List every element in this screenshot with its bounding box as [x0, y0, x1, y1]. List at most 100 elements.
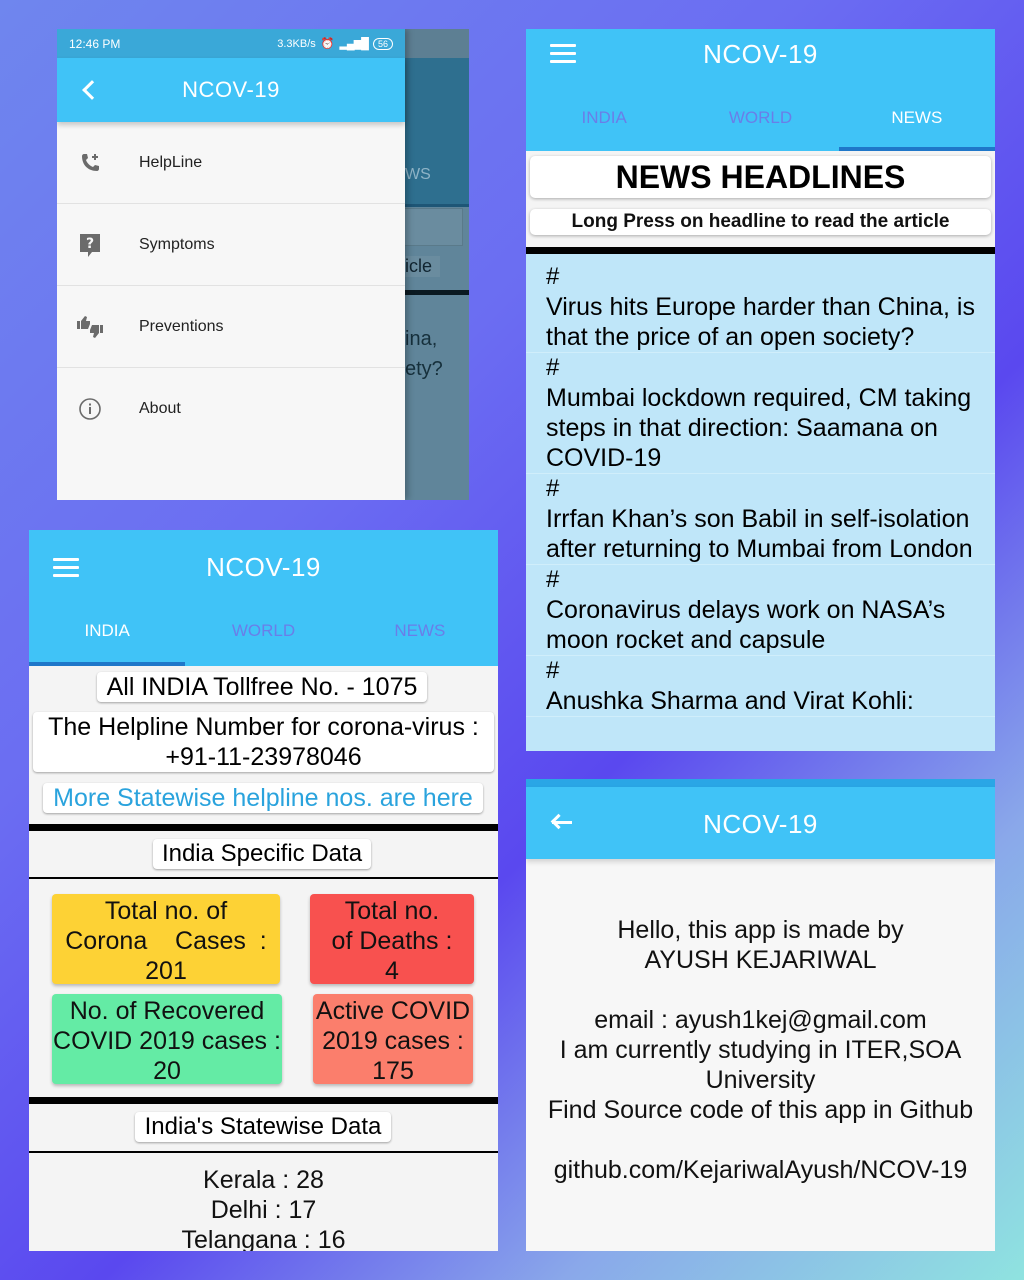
about-line: Find Source code of this app in Github [547, 1096, 974, 1124]
tab-bar: INDIA WORLD NEWS [526, 107, 995, 151]
background-headline-text-1: ina, [405, 328, 438, 350]
hash-marker: # [546, 475, 560, 502]
navigation-drawer: 12:46 PM 3.3KB/s ⏰ ▂▄▆█ 56 NCOV-19 HelpL… [57, 29, 405, 500]
news-subheading: Long Press on headline to read the artic… [530, 209, 991, 235]
background-appbar: WS [405, 58, 469, 207]
phone-add-icon [75, 148, 105, 178]
headline-text: Anushka Sharma and Virat Kohli: [546, 687, 914, 715]
background-headline-text-2: ety? [405, 358, 443, 380]
list-item: Telangana : 16 [181, 1226, 346, 1251]
about-line: University [705, 1066, 816, 1094]
menu-item-symptoms[interactable]: ? Symptoms [57, 204, 405, 286]
statewise-helpline-link[interactable]: More Statewise helpline nos. are here [43, 783, 483, 813]
tab-news[interactable]: NEWS [342, 616, 498, 666]
card-label: Active COVID [315, 997, 471, 1025]
email-line[interactable]: email : ayush1kej@gmail.com [526, 1005, 995, 1035]
tab-bar: INDIA WORLD NEWS [29, 616, 498, 666]
india-specific-heading: India Specific Data [153, 839, 371, 869]
card-value: 4 [385, 957, 399, 985]
tab-india[interactable]: INDIA [29, 616, 185, 666]
active-cases-card: Active COVID 2019 cases : 175 [313, 994, 473, 1085]
india-screen: NCOV-19 INDIA WORLD NEWS All INDIA Tollf… [29, 530, 498, 1251]
app-title: NCOV-19 [703, 39, 818, 69]
hash-marker: # [546, 354, 560, 381]
list-item[interactable]: # Virus hits Europe harder than China, i… [526, 262, 995, 353]
background-screen: WS icle ina, ety? [405, 58, 469, 500]
headline-text: Coronavirus delays work on NASA’s moon r… [546, 596, 946, 654]
status-time: 12:46 PM [69, 36, 121, 51]
helpline-label: The Helpline Number for corona-virus : [48, 713, 479, 741]
tab-news[interactable]: NEWS [839, 107, 995, 151]
headline-text: Virus hits Europe harder than China, is … [546, 293, 975, 351]
list-item: Kerala : 28 [203, 1166, 324, 1194]
about-appbar: NCOV-19 [526, 787, 995, 859]
list-item[interactable]: # Irrfan Khan’s son Babil in self-isolat… [526, 474, 995, 565]
divider [29, 877, 498, 879]
app-title: NCOV-19 [206, 552, 321, 582]
helpline-box: The Helpline Number for corona-virus : +… [33, 712, 494, 772]
battery-icon: 56 [372, 37, 393, 50]
question-icon: ? [75, 230, 105, 260]
total-deaths-card: Total no. of Deaths : 4 [310, 894, 474, 985]
background-subheading-text: icle [405, 256, 441, 277]
list-item: Delhi : 17 [210, 1196, 317, 1224]
signal-icon: ▂▄▆█ [339, 38, 368, 50]
menu-item-label: About [139, 400, 181, 417]
news-appbar: NCOV-19 INDIA WORLD NEWS [526, 29, 995, 151]
list-item[interactable]: # Mumbai lockdown required, CM taking st… [526, 353, 995, 474]
status-bar: 12:46 PM 3.3KB/s ⏰ ▂▄▆█ 56 [57, 29, 405, 58]
card-label: of Deaths : [331, 927, 453, 955]
app-title: NCOV-19 [182, 77, 280, 102]
author-name: AYUSH KEJARIWAL [644, 946, 877, 974]
menu-item-label: Symptoms [139, 235, 215, 253]
tab-world[interactable]: WORLD [682, 107, 838, 151]
drawer-screen: WS icle ina, ety? 12:46 PM 3.3KB/s ⏰ ▂▄▆… [57, 29, 469, 500]
statewise-heading: India's Statewise Data [135, 1112, 391, 1142]
menu-item-preventions[interactable]: Preventions [57, 286, 405, 368]
info-icon [75, 394, 105, 424]
card-label: No. of Recovered [69, 997, 265, 1025]
recovered-card: No. of Recovered COVID 2019 cases : 20 [52, 994, 282, 1085]
card-label: Total no. of [104, 897, 228, 925]
state-list: Kerala : 28 Delhi : 17 Telangana : 16 [29, 1165, 498, 1251]
headline-list: # Virus hits Europe harder than China, i… [526, 262, 995, 751]
tab-indicator [29, 662, 185, 666]
background-tab-text: WS [405, 166, 431, 183]
divider [526, 247, 995, 254]
github-link[interactable]: github.com/KejariwalAyush/NCOV-19 [526, 1155, 995, 1185]
thumbs-up-down-icon [75, 312, 105, 342]
card-label: 2019 cases : [322, 1027, 464, 1055]
card-label: COVID 2019 cases : [53, 1027, 281, 1055]
about-screen: NCOV-19 Hello, this app is made by AYUSH… [526, 779, 995, 1251]
about-line: Hello, this app is made by [617, 916, 904, 944]
total-cases-card: Total no. of Corona Cases : 201 [52, 894, 280, 985]
status-speed: 3.3KB/s [277, 37, 316, 50]
menu-item-label: Preventions [139, 317, 224, 335]
divider [29, 1097, 498, 1104]
card-value: 175 [372, 1057, 414, 1085]
app-title: NCOV-19 [703, 809, 818, 839]
hash-marker: # [546, 657, 560, 684]
drawer-appbar: NCOV-19 [57, 58, 405, 122]
tab-world[interactable]: WORLD [185, 616, 341, 666]
hash-marker: # [546, 566, 560, 593]
india-appbar: NCOV-19 INDIA WORLD NEWS [29, 530, 498, 666]
hash-marker: # [546, 263, 560, 290]
news-screen: NCOV-19 INDIA WORLD NEWS NEWS HEADLINES … [526, 29, 995, 751]
alarm-icon: ⏰ [320, 38, 335, 50]
divider [29, 824, 498, 831]
menu-item-about[interactable]: About [57, 368, 405, 450]
list-item[interactable]: # Coronavirus delays work on NASA’s moon… [526, 565, 995, 656]
card-value: 20 [153, 1057, 181, 1085]
headline-text: Mumbai lockdown required, CM taking step… [546, 384, 972, 472]
menu-item-helpline[interactable]: HelpLine [57, 122, 405, 204]
tab-india[interactable]: INDIA [526, 107, 682, 151]
headline-text: Irrfan Khan’s son Babil in self-isolatio… [546, 505, 973, 563]
about-text: Hello, this app is made by AYUSH KEJARIW… [526, 915, 995, 1185]
list-item[interactable]: # Anushka Sharma and Virat Kohli: [526, 656, 995, 717]
svg-text:?: ? [86, 236, 94, 252]
helpline-number[interactable]: +91-11-23978046 [33, 742, 494, 772]
card-label: Total no. [344, 897, 440, 925]
about-line: I am currently studying in ITER,SOA [559, 1036, 962, 1064]
news-heading: NEWS HEADLINES [530, 156, 991, 198]
